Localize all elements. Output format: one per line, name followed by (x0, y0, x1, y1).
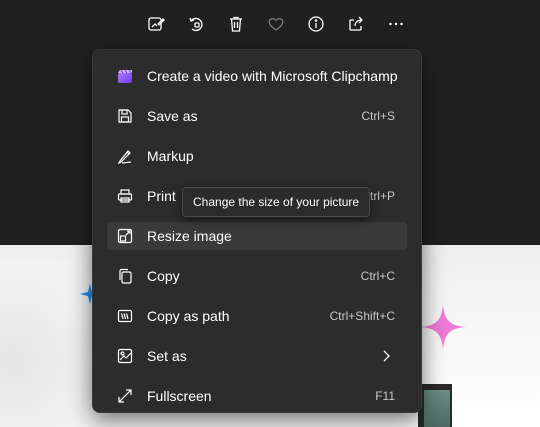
shortcut-label: Ctrl+S (361, 109, 395, 123)
resize-image-icon (117, 228, 133, 244)
delete-button[interactable] (216, 8, 256, 40)
info-icon (308, 16, 324, 32)
menu-item-label: Copy (147, 268, 180, 284)
share-icon (349, 16, 363, 31)
chevron-right-icon (383, 350, 390, 362)
menu-item-fullscreen[interactable]: Fullscreen F11 (107, 382, 407, 410)
menu-item-label: Fullscreen (147, 388, 212, 404)
menu-item-label: Set as (147, 348, 187, 364)
menu-item-resize-image[interactable]: Resize image (107, 222, 407, 250)
shortcut-label: F11 (375, 389, 395, 403)
favorite-button[interactable] (256, 8, 296, 40)
menu-item-label: Markup (147, 148, 194, 164)
set-as-icon (117, 348, 133, 364)
rotate-button[interactable] (176, 8, 216, 40)
menu-item-markup[interactable]: Markup (107, 142, 407, 170)
menu-item-label: Copy as path (147, 308, 230, 324)
menu-item-label: Resize image (147, 228, 232, 244)
menu-item-set-as[interactable]: Set as (107, 342, 407, 370)
resize-tooltip: Change the size of your picture (182, 187, 371, 217)
menu-item-label: Print (147, 188, 176, 204)
menu-item-label: Save as (147, 108, 198, 124)
print-icon (117, 188, 133, 204)
markup-pen-icon (117, 148, 133, 164)
menu-item-label: Create a video with Microsoft Clipchamp (147, 68, 398, 84)
info-button[interactable] (296, 8, 336, 40)
image-toolbar (136, 8, 416, 40)
edit-image-icon (148, 17, 165, 31)
photo-thumbnail-image (424, 390, 450, 427)
menu-item-copy-as-path[interactable]: Copy as path Ctrl+Shift+C (107, 302, 407, 330)
favorite-heart-icon (268, 17, 284, 31)
pink-sparkle-icon (420, 304, 466, 350)
copy-icon (117, 268, 133, 284)
save-icon (117, 108, 133, 124)
shortcut-label: Ctrl+Shift+C (329, 309, 395, 323)
more-options-menu: Create a video with Microsoft Clipchamp … (92, 49, 422, 413)
shortcut-label: Ctrl+C (360, 269, 395, 283)
more-options-button[interactable] (376, 8, 416, 40)
more-options-icon (389, 22, 403, 26)
menu-item-copy[interactable]: Copy Ctrl+C (107, 262, 407, 290)
fullscreen-icon (117, 388, 133, 404)
rotate-icon (189, 17, 203, 32)
edit-image-button[interactable] (136, 8, 176, 40)
photo-thumbnail (418, 384, 452, 427)
menu-item-clipchamp[interactable]: Create a video with Microsoft Clipchamp (107, 62, 407, 90)
clipchamp-icon (117, 68, 133, 84)
delete-icon (230, 16, 242, 32)
share-button[interactable] (336, 8, 376, 40)
copy-path-icon (117, 308, 133, 324)
menu-item-save-as[interactable]: Save as Ctrl+S (107, 102, 407, 130)
